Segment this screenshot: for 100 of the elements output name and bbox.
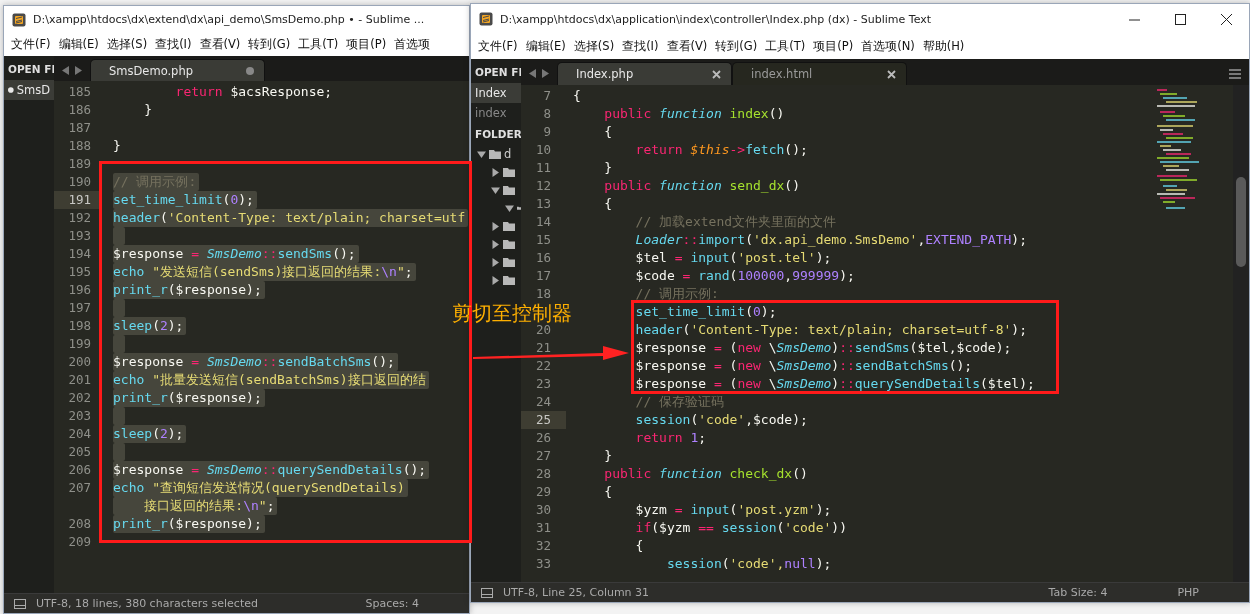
menu-item[interactable]: 编辑(E): [525, 39, 566, 54]
line-number: 12: [534, 177, 552, 195]
code-line: {: [634, 537, 645, 555]
menu-icon[interactable]: [1229, 68, 1241, 79]
panel-icon[interactable]: [14, 598, 26, 609]
line-number: 189: [67, 155, 92, 173]
code-line: return $this->fetch();: [634, 141, 809, 159]
line-number: 15: [534, 231, 552, 249]
line-number: 9: [542, 123, 552, 141]
line-number: 33: [534, 555, 552, 573]
line-number: 24: [534, 393, 552, 411]
expand-right-icon[interactable]: [491, 167, 500, 177]
menu-item[interactable]: 文件(F): [478, 39, 518, 54]
next-tab-icon[interactable]: [542, 69, 549, 78]
code-line: public function send_dx(): [603, 177, 801, 195]
open-file-item[interactable]: Index: [471, 83, 521, 103]
previous-tab-icon[interactable]: [529, 69, 536, 78]
line-number: 8: [542, 105, 552, 123]
line-number: 190: [67, 173, 92, 191]
menu-item[interactable]: 工具(T): [765, 39, 806, 54]
line-number: 208: [67, 515, 92, 533]
sidebar-header: FOLDER: [474, 127, 521, 142]
status-item[interactable]: Spaces: 4: [365, 597, 419, 610]
code-line: }: [143, 101, 154, 119]
code-line: header('Content-Type: text/plain; charset=utf-8');: [634, 321, 1028, 339]
code-line: }: [113, 137, 122, 155]
file-tab[interactable]: SmsDemo.php: [90, 59, 265, 81]
maximize-icon: [1174, 13, 1186, 25]
code-line: public function check_dx(): [603, 465, 809, 483]
line-number: 193: [67, 227, 92, 245]
menu-item[interactable]: 编辑(E): [58, 37, 99, 52]
previous-tab-icon[interactable]: [62, 65, 69, 75]
menu-item[interactable]: 首选项(N): [861, 39, 915, 54]
line-number: 32: [534, 537, 552, 555]
line-number: 16: [534, 249, 552, 267]
line-number: 18: [534, 285, 552, 303]
code-line: return $acsResponse;: [174, 83, 334, 101]
sidebar-header: OPEN FI: [474, 65, 521, 80]
folder-icon: [503, 185, 515, 195]
line-number: 28: [534, 465, 552, 483]
code-line: {: [573, 87, 582, 105]
code-line: public function index(): [603, 105, 786, 123]
line-number: 11: [534, 159, 552, 177]
menu-item[interactable]: 选择(S): [573, 39, 615, 54]
code-line: $response = (new \SmsDemo)::querySendDetails($tel);: [634, 375, 1036, 393]
file-tab[interactable]: index.html: [732, 62, 907, 85]
menu-item[interactable]: 查找(I): [622, 39, 659, 54]
line-number: 25: [521, 411, 566, 429]
close-icon[interactable]: [712, 69, 721, 79]
app-logo-icon: [479, 12, 493, 26]
code-line: // 保存验证码: [634, 393, 726, 411]
line-number: 7: [542, 87, 552, 105]
menu-item[interactable]: 项目(P): [813, 39, 854, 54]
code-line: }: [603, 447, 614, 465]
close-icon[interactable]: [887, 69, 896, 79]
menu-item[interactable]: 转到(G): [248, 37, 291, 52]
sidebar-header: OPEN FI: [7, 62, 54, 77]
file-tab[interactable]: Index.php: [557, 62, 732, 85]
expand-down-icon[interactable]: [477, 149, 486, 159]
line-number: 188: [67, 137, 92, 155]
line-number: 23: [534, 375, 552, 393]
scrollbar-thumb[interactable]: [1236, 177, 1246, 267]
line-number: 21: [534, 339, 552, 357]
menu-item[interactable]: 文件(F): [11, 37, 51, 52]
folder-icon: [503, 221, 515, 231]
line-number: 204: [67, 425, 92, 443]
code-line: // 加载extend文件夹里面的文件: [634, 213, 838, 231]
panel-icon[interactable]: [481, 587, 493, 598]
line-number: 202: [67, 389, 92, 407]
menu-item[interactable]: 查找(I): [155, 37, 192, 52]
menu-item[interactable]: 项目(P): [346, 37, 387, 52]
line-number: 194: [67, 245, 92, 263]
status-text: UTF-8, Line 25, Column 31: [503, 586, 650, 599]
line-number: 186: [67, 101, 92, 119]
line-number: 17: [534, 267, 552, 285]
code-line: if($yzm == session('code')): [634, 519, 848, 537]
line-number: 27: [534, 447, 552, 465]
status-item[interactable]: PHP: [1177, 586, 1199, 599]
folder-icon: [489, 149, 501, 159]
folder-icon: [503, 275, 515, 285]
code-line: $tel = input('post.tel');: [634, 249, 833, 267]
open-file-item[interactable]: SmsD: [4, 80, 54, 100]
folder-label[interactable]: d: [504, 147, 512, 161]
status-item[interactable]: Tab Size: 4: [1048, 586, 1108, 599]
folder-icon: [503, 167, 515, 177]
menu-item[interactable]: 查看(V): [666, 39, 708, 54]
menu-item[interactable]: 选择(S): [106, 37, 148, 52]
menu-item[interactable]: 首选项: [394, 37, 431, 52]
menu-item[interactable]: 帮助(H): [922, 39, 965, 54]
code-line: $response = (new \SmsDemo)::sendSms($tel,$code);: [634, 339, 1013, 357]
line-number: 203: [67, 407, 92, 425]
open-file-item[interactable]: index: [471, 103, 521, 123]
menu-item[interactable]: 工具(T): [298, 37, 339, 52]
line-number: 10: [534, 141, 552, 159]
line-number: 197: [67, 299, 92, 317]
next-tab-icon[interactable]: [75, 65, 82, 75]
menu-item[interactable]: 转到(G): [715, 39, 758, 54]
menu-item[interactable]: 查看(V): [199, 37, 241, 52]
line-number: 192: [67, 209, 92, 227]
line-number: 29: [534, 483, 552, 501]
